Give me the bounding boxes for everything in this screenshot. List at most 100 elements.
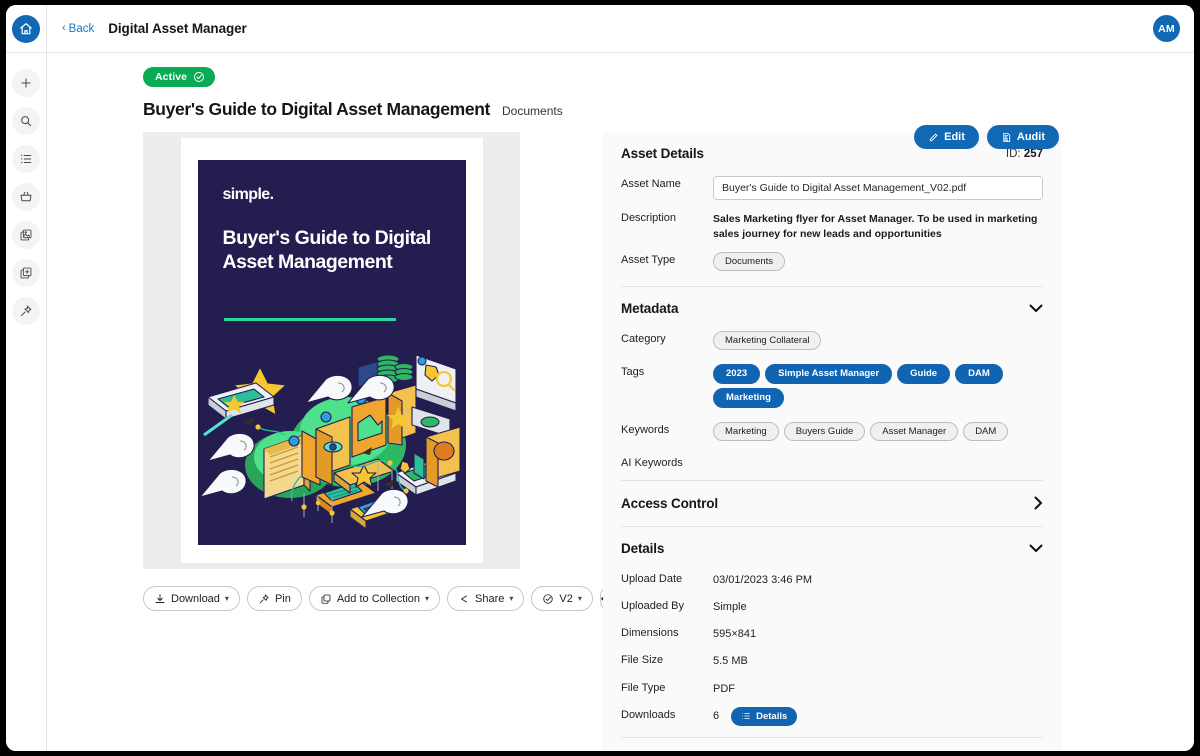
audit-icon [1001, 132, 1012, 143]
file-type-value: PDF [713, 680, 1043, 697]
title-row: Buyer's Guide to Digital Asset Managemen… [143, 99, 1194, 120]
asset-details-title: Asset Details [621, 146, 704, 161]
keyword-chip[interactable]: Buyers Guide [784, 422, 866, 441]
check-circle-icon [193, 71, 205, 83]
category-values: Marketing Collateral [713, 331, 1043, 354]
downloads-details-button[interactable]: Details [731, 707, 797, 726]
version-button[interactable]: V2 ▾ [531, 586, 592, 611]
back-button[interactable]: ‹ Back [62, 23, 94, 35]
download-button[interactable]: Download ▾ [143, 586, 240, 611]
page-title: Buyer's Guide to Digital Asset Managemen… [143, 99, 490, 120]
left-sidebar [6, 53, 46, 751]
sidebar-item-add-collection[interactable] [12, 259, 40, 287]
audit-button[interactable]: Audit [987, 125, 1059, 149]
tag-chip[interactable]: Simple Asset Manager [765, 364, 892, 384]
preview-toolbar: Download ▾ Pin Add to Collection ▾ [143, 586, 603, 611]
tag-chip[interactable]: Marketing [713, 388, 784, 408]
home-button[interactable] [12, 15, 40, 43]
plus-icon [19, 76, 33, 90]
add-to-collection-button[interactable]: Add to Collection ▾ [309, 586, 440, 611]
version-button-label: V2 [559, 593, 572, 605]
download-icon [154, 593, 166, 605]
app-window: ‹ Back Digital Asset Manager AM [6, 5, 1194, 751]
tag-chip[interactable]: Guide [897, 364, 950, 384]
asset-type-label: Asset Type [621, 252, 713, 266]
downloads-value: 6 [713, 709, 719, 724]
keyword-chip[interactable]: Marketing [713, 422, 779, 441]
sidebar-item-pinned[interactable] [12, 297, 40, 325]
tags-row: Tags 2023 Simple Asset Manager Guide DAM… [621, 359, 1043, 417]
tag-chip[interactable]: 2023 [713, 364, 760, 384]
cover-inner: simple. Buyer's Guide to Digital Asset M… [198, 160, 466, 545]
back-label: Back [69, 23, 95, 35]
pin-button-label: Pin [275, 593, 291, 605]
shares-header[interactable]: Shares [621, 738, 1043, 751]
keyword-chip[interactable]: Asset Manager [870, 422, 958, 441]
asset-id-label: ID: [1006, 148, 1021, 160]
version-icon [542, 593, 554, 605]
category-label: Category [621, 331, 713, 345]
chevron-down-icon[interactable] [1029, 544, 1043, 553]
content-header: Active Buyer's Guide to Digital Asset Ma… [47, 67, 1194, 120]
sidebar-item-add[interactable] [12, 69, 40, 97]
pin-button[interactable]: Pin [247, 586, 302, 611]
details-title: Details [621, 541, 664, 556]
status-badge: Active [143, 67, 215, 87]
metadata-header[interactable]: Metadata [621, 287, 1043, 326]
top-bar-main: ‹ Back Digital Asset Manager AM [46, 5, 1194, 52]
table-row: Dimensions 595×841 [621, 620, 1043, 647]
cover-rule [224, 318, 396, 321]
upload-date-label: Upload Date [621, 571, 713, 585]
page-breadcrumb-title: Digital Asset Manager [108, 21, 246, 36]
file-type-label: File Type [621, 680, 713, 694]
cover-title: Buyer's Guide to Digital Asset Managemen… [223, 226, 443, 274]
cover-illustration [198, 345, 466, 535]
access-control-header[interactable]: Access Control [621, 481, 1043, 526]
chevron-down-icon: ▾ [578, 594, 582, 603]
share-icon [458, 593, 470, 605]
sidebar-item-basket[interactable] [12, 183, 40, 211]
home-icon [19, 22, 33, 36]
content-columns: simple. Buyer's Guide to Digital Asset M… [47, 132, 1194, 751]
chevron-right-icon[interactable] [1034, 496, 1043, 510]
keywords-label: Keywords [621, 422, 713, 436]
basket-icon [19, 190, 33, 204]
details-header[interactable]: Details [621, 527, 1043, 566]
upload-date-value: 03/01/2023 3:46 PM [713, 571, 1043, 588]
cover-logo: simple. [223, 186, 274, 204]
asset-id-value: 257 [1024, 148, 1043, 160]
sidebar-item-collections[interactable] [12, 221, 40, 249]
share-button[interactable]: Share ▾ [447, 586, 524, 611]
chevron-left-icon: ‹ [62, 23, 66, 34]
pencil-icon [928, 132, 939, 143]
asset-type-row: Asset Type Documents [621, 247, 1043, 280]
avatar[interactable]: AM [1153, 15, 1180, 42]
description-row: Description Sales Marketing flyer for As… [621, 205, 1043, 247]
body: Active Buyer's Guide to Digital Asset Ma… [6, 53, 1194, 751]
category-chip[interactable]: Marketing Collateral [713, 331, 821, 350]
page-subtitle: Documents [502, 104, 563, 118]
image-stack-icon [19, 228, 33, 242]
status-badge-label: Active [155, 71, 187, 83]
sidebar-item-search[interactable] [12, 107, 40, 135]
add-collection-icon [19, 266, 33, 280]
search-icon [19, 114, 33, 128]
asset-details-section: Asset Details ID: 257 Asset Name [621, 132, 1043, 286]
edit-button[interactable]: Edit [914, 125, 979, 149]
downloads-row: Downloads 6 Details [621, 702, 1043, 731]
dimensions-label: Dimensions [621, 625, 713, 639]
download-button-label: Download [171, 593, 220, 605]
preview-column: simple. Buyer's Guide to Digital Asset M… [143, 132, 603, 751]
asset-name-input[interactable] [713, 176, 1043, 200]
category-row: Category Marketing Collateral [621, 326, 1043, 359]
device-frame: ‹ Back Digital Asset Manager AM [0, 0, 1200, 756]
tag-chip[interactable]: DAM [955, 364, 1003, 384]
tags-label: Tags [621, 364, 713, 378]
asset-type-chip[interactable]: Documents [713, 252, 785, 271]
asset-id: ID: 257 [1006, 148, 1043, 160]
sidebar-item-list[interactable] [12, 145, 40, 173]
asset-preview[interactable]: simple. Buyer's Guide to Digital Asset M… [143, 132, 520, 569]
keyword-chip[interactable]: DAM [963, 422, 1008, 441]
chevron-down-icon[interactable] [1029, 304, 1043, 313]
edit-button-label: Edit [944, 131, 965, 143]
